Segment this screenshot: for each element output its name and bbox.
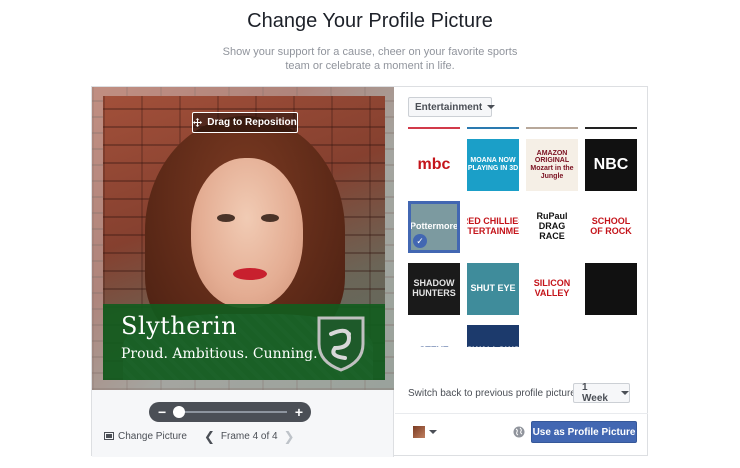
frame-option-label: SWALLOWS xyxy=(467,345,519,347)
frame-option-label: MOANA NOW PLAYING IN 3D xyxy=(467,157,519,172)
frame-option[interactable]: SHADOW HUNTERS xyxy=(408,263,460,315)
photo-subject-eye xyxy=(217,214,235,222)
duration-dropdown-label: 1 Week xyxy=(582,382,608,404)
frame-option[interactable]: NBC xyxy=(585,139,637,191)
audience-selector[interactable] xyxy=(413,426,437,438)
switch-back-label: Switch back to previous profile picture … xyxy=(408,388,587,399)
category-dropdown[interactable]: Entertainment xyxy=(408,97,496,117)
frame-option[interactable] xyxy=(585,325,637,347)
globe-icon[interactable] xyxy=(513,426,525,438)
chevron-down-icon xyxy=(621,391,629,395)
frame-option-partial[interactable] xyxy=(585,127,637,129)
frame-option[interactable] xyxy=(585,263,637,315)
frame-option-label: SCHOOL OF ROCK xyxy=(590,216,632,236)
drag-to-reposition-button[interactable]: Drag to Reposition xyxy=(192,112,298,133)
frame-option-label: mbc xyxy=(417,156,451,174)
photo-subject-lips xyxy=(233,268,267,280)
frame-option[interactable]: AMAZON ORIGINAL Mozart in the Jungle xyxy=(526,139,578,191)
frame-option[interactable]: RED CHILLIES ENTERTAINMENT xyxy=(467,201,519,253)
zoom-in-icon[interactable]: + xyxy=(295,403,303,421)
preview-pane: Slytherin Proud. Ambitious. Cunning. Dra… xyxy=(92,87,394,457)
frame-option-label: SILICON VALLEY xyxy=(533,278,571,298)
frame-option-label: STEVE xyxy=(419,345,449,347)
zoom-slider[interactable]: − + xyxy=(149,402,311,422)
frame-option-partial[interactable] xyxy=(408,127,460,129)
frame-option-label: SHADOW HUNTERS xyxy=(412,278,456,298)
frame-option-label: NBC xyxy=(593,156,629,174)
zoom-thumb[interactable] xyxy=(172,406,185,418)
zoom-track[interactable] xyxy=(173,411,287,413)
frame-counter: Frame 4 of 4 xyxy=(220,431,278,442)
frame-option[interactable]: Pottermore ✓ xyxy=(408,201,460,253)
frame-option-partial[interactable] xyxy=(467,127,519,129)
slytherin-crest-icon xyxy=(317,316,365,372)
zoom-out-icon[interactable]: − xyxy=(158,403,166,421)
frame-picker-pane: Entertainment mbc MOANA NOW PLAYING IN 3D… xyxy=(395,87,648,457)
duration-dropdown[interactable]: 1 Week xyxy=(573,382,630,404)
drag-to-reposition-label: Drag to Reposition xyxy=(207,117,297,128)
profile-picture-card: Slytherin Proud. Ambitious. Cunning. Dra… xyxy=(91,86,648,457)
photo-subject-eye xyxy=(261,214,279,222)
frame-option[interactable]: mbc xyxy=(408,139,460,191)
page-subtitle: Show your support for a cause, cheer on … xyxy=(222,46,518,72)
category-dropdown-label: Entertainment xyxy=(415,101,483,113)
use-as-profile-picture-button[interactable]: Use as Profile Picture xyxy=(531,421,637,443)
frame-option[interactable]: SILICON VALLEY xyxy=(526,263,578,315)
frame-option-label: RED CHILLIES ENTERTAINMENT xyxy=(467,216,519,236)
frame-option[interactable]: SCHOOL OF ROCK xyxy=(585,201,637,253)
photo-area[interactable]: Slytherin Proud. Ambitious. Cunning. Dra… xyxy=(92,87,394,390)
page-title: Change Your Profile Picture xyxy=(247,10,493,32)
frame-option[interactable]: STEVE xyxy=(408,325,460,347)
checkmark-icon: ✓ xyxy=(413,234,427,248)
frame-motto: Proud. Ambitious. Cunning. xyxy=(121,346,318,362)
frame-option-partial[interactable] xyxy=(526,127,578,129)
frame-option-label: RuPaul DRAG RACE xyxy=(536,211,568,241)
frame-grid[interactable]: mbc MOANA NOW PLAYING IN 3D AMAZON ORIGINA… xyxy=(408,127,640,347)
frame-option[interactable]: SHUT EYE xyxy=(467,263,519,315)
move-icon xyxy=(193,118,203,127)
next-frame-icon[interactable]: ❯ xyxy=(284,430,295,443)
frame-option[interactable]: RuPaul DRAG RACE xyxy=(526,201,578,253)
previous-frame-icon[interactable]: ❮ xyxy=(204,430,215,443)
frame-option[interactable]: SWALLOWS xyxy=(467,325,519,347)
chevron-down-icon xyxy=(487,105,496,109)
photo-subject-face xyxy=(191,158,303,308)
change-picture-label: Change Picture xyxy=(118,431,187,442)
frame-navigation: ❮ Frame 4 of 4 ❯ xyxy=(204,430,295,443)
photo-icon xyxy=(104,432,114,440)
frame-option-label: AMAZON ORIGINAL Mozart in the Jungle xyxy=(530,149,574,180)
change-picture-button[interactable]: Change Picture xyxy=(104,431,187,442)
frame-option-label: Pottermore xyxy=(409,221,458,232)
frame-overlay-banner: Slytherin Proud. Ambitious. Cunning. xyxy=(103,304,385,380)
divider xyxy=(395,413,648,414)
avatar xyxy=(413,426,425,438)
frame-option[interactable]: MOANA NOW PLAYING IN 3D xyxy=(467,139,519,191)
frame-option-label: SHUT EYE xyxy=(470,283,516,294)
profile-photo-preview[interactable]: Slytherin Proud. Ambitious. Cunning. xyxy=(103,96,385,380)
frame-option[interactable] xyxy=(526,325,578,347)
frame-title: Slytherin xyxy=(121,312,238,340)
chevron-down-icon xyxy=(429,430,437,434)
